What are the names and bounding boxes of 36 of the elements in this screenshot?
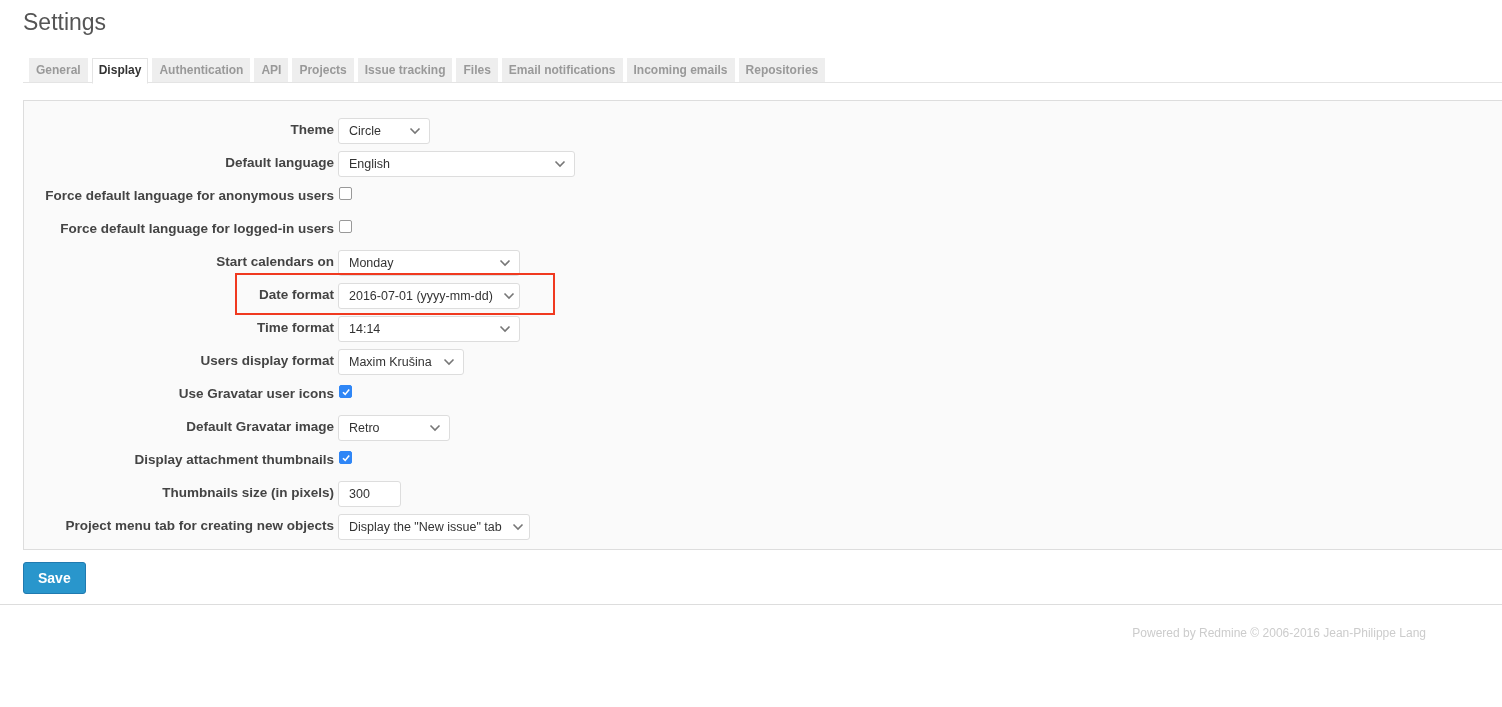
checkbox[interactable] (339, 187, 352, 200)
dropdown[interactable]: 2016-07-01 (yyyy-mm-dd) (338, 283, 520, 309)
chevron-icon (554, 160, 566, 168)
field-label: Thumbnails size (in pixels) (161, 484, 334, 502)
chevron-icon (511, 523, 524, 531)
dropdown[interactable]: Circle (338, 118, 430, 144)
checkbox[interactable] (339, 385, 352, 398)
field-label: Display attachment thumbnails (133, 451, 334, 469)
chevron-icon (429, 424, 441, 432)
dropdown[interactable]: Monday (338, 250, 520, 276)
dropdown[interactable]: Display the "New issue" tab (338, 514, 530, 540)
dropdown[interactable]: English (338, 151, 575, 177)
dropdown[interactable]: Maxim Krušina (338, 349, 464, 375)
dropdown[interactable]: Retro (338, 415, 450, 441)
field-label: Default language (224, 154, 334, 172)
chevron-icon (502, 292, 515, 300)
field-label: Force default language for logged-in users (59, 220, 334, 238)
field-label: Force default language for anonymous users (44, 187, 334, 205)
checkbox[interactable] (339, 220, 352, 233)
tab[interactable]: Display (91, 58, 149, 84)
dropdown[interactable]: 14:14 (338, 316, 520, 342)
field-label: Date format (258, 286, 334, 304)
field-label: Theme (289, 121, 334, 139)
field-label: Users display format (199, 352, 334, 370)
chevron-icon (443, 358, 455, 366)
page-title: Settings (23, 8, 108, 37)
input-field[interactable]: 300 (338, 481, 401, 507)
chevron-icon (409, 127, 421, 135)
chevron-icon (499, 325, 511, 333)
chevron-icon (499, 259, 511, 267)
field-label: Default Gravatar image (185, 418, 334, 436)
checkbox[interactable] (339, 451, 352, 464)
field-label: Use Gravatar user icons (177, 385, 334, 403)
field-label: Time format (255, 319, 334, 337)
field-label: Project menu tab for creating new objects (64, 517, 334, 535)
field-label: Start calendars on (215, 253, 334, 271)
